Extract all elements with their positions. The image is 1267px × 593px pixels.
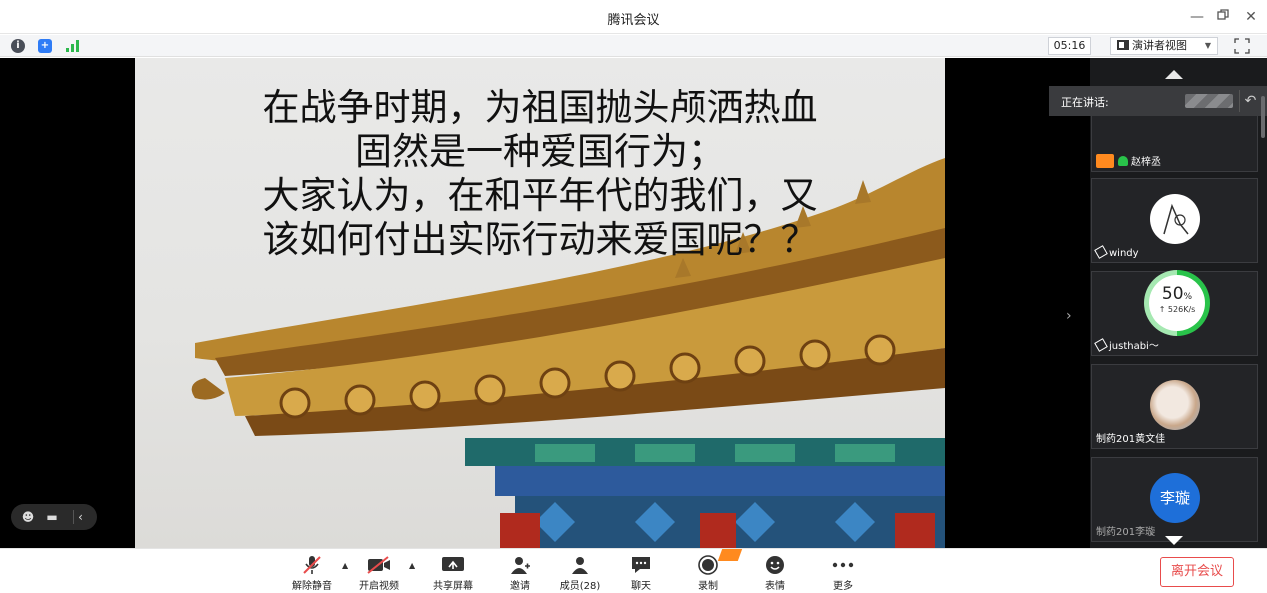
participant-tile[interactable]: 50% ↑ 526K/s justhabi～	[1091, 270, 1258, 356]
participant-name: 制药201李璇	[1096, 527, 1156, 538]
participant-name: windy	[1094, 245, 1139, 259]
participant-tile[interactable]: 李璇 制药201李璇	[1091, 457, 1258, 542]
tencent-meeting-window: 腾讯会议 — ✕ i + 05:16 演讲者视图 ▼ 在战争时期，为祖国抛头颅洒…	[0, 0, 1267, 593]
network-unit: %	[1183, 292, 1193, 302]
panel-scrollbar[interactable]	[1261, 96, 1265, 138]
user-icon	[572, 557, 588, 574]
network-percent: 50	[1161, 284, 1184, 304]
emoji-button[interactable]: 表情	[747, 553, 803, 592]
avatar	[1150, 380, 1200, 430]
slide-text: 在战争时期，为祖国抛头颅洒热血 固然是一种爱国行为； 大家认为，在和平年代的我们…	[135, 86, 945, 262]
chevron-up-icon[interactable]: ▲	[409, 561, 415, 570]
floating-tools: ☻ ▬ ‹	[11, 504, 97, 530]
share-screen-icon	[442, 557, 464, 571]
chevron-right-icon[interactable]: ›	[1066, 308, 1072, 324]
fullscreen-icon[interactable]	[1234, 38, 1252, 54]
info-icon[interactable]: i	[11, 39, 25, 53]
chevron-down-icon: ▼	[1204, 41, 1211, 50]
network-status: 50% ↑ 526K/s	[1144, 270, 1210, 336]
slide-line: 该如何付出实际行动来爱国呢？？	[262, 218, 818, 261]
user-icon	[1096, 154, 1114, 168]
avatar: 李璇	[1150, 473, 1200, 523]
participant-name: justhabi～	[1094, 337, 1159, 352]
reply-arrow-icon[interactable]: ↶	[1239, 90, 1261, 112]
members-button[interactable]: 成员(28)	[552, 553, 608, 592]
avatar	[1150, 194, 1200, 244]
signal-icon[interactable]	[66, 40, 82, 52]
presentation-slide: 在战争时期，为祖国抛头颅洒热血 固然是一种爱国行为； 大家认为，在和平年代的我们…	[135, 58, 945, 548]
speaking-label: 正在讲话:	[1061, 96, 1109, 109]
more-button[interactable]: 更多	[815, 553, 871, 592]
network-speed: ↑ 526K/s	[1158, 305, 1196, 314]
chevron-up-icon[interactable]: ▲	[342, 561, 348, 570]
emoji-icon	[766, 556, 784, 574]
slide-line: 固然是一种爱国行为；	[355, 130, 725, 173]
slide-line: 在战争时期，为祖国抛头颅洒热血	[262, 86, 818, 129]
leave-meeting-button[interactable]: 离开会议	[1160, 557, 1234, 587]
close-icon[interactable]: ✕	[1240, 6, 1262, 28]
shared-screen-stage: 在战争时期，为祖国抛头颅洒热血 固然是一种爱国行为； 大家认为，在和平年代的我们…	[0, 58, 1090, 548]
chat-icon	[632, 557, 650, 573]
mic-icon	[1118, 156, 1128, 166]
speaking-indicator: 正在讲话: ↶	[1049, 86, 1267, 116]
start-video-button[interactable]: 开启视频	[351, 553, 407, 592]
status-bar: i + 05:16 演讲者视图 ▼	[0, 35, 1267, 57]
record-icon	[698, 555, 718, 575]
mic-muted-icon	[1094, 245, 1108, 259]
unmute-button[interactable]: 解除静音	[284, 553, 340, 592]
more-icon	[832, 562, 854, 568]
chevron-left-icon[interactable]: ‹	[73, 510, 87, 524]
participant-name: 制药201黄文佳	[1096, 434, 1166, 445]
slide-line: 大家认为，在和平年代的我们，又	[262, 174, 818, 217]
emoji-icon[interactable]: ☻	[21, 510, 35, 524]
meeting-timer: 05:16	[1048, 37, 1091, 55]
mic-muted-icon	[303, 556, 321, 574]
video-off-icon	[367, 556, 390, 574]
chat-button[interactable]: 聊天	[613, 553, 669, 592]
window-title: 腾讯会议	[607, 13, 660, 28]
speaker-placeholder	[1185, 94, 1233, 108]
chat-bubble-icon[interactable]: ▬	[45, 510, 59, 524]
meeting-toolbar: 解除静音 ▲ 开启视频 ▲ 共享屏幕 邀请 成员(28) 聊天 录制 表情 更多…	[0, 548, 1267, 593]
restore-icon[interactable]	[1212, 6, 1234, 28]
new-badge	[717, 549, 743, 561]
title-bar: 腾讯会议 — ✕	[0, 0, 1267, 34]
shield-icon[interactable]: +	[38, 39, 52, 53]
minimize-icon[interactable]: —	[1186, 6, 1208, 28]
participant-tile[interactable]: windy	[1091, 178, 1258, 263]
scroll-up-icon[interactable]	[1165, 70, 1183, 79]
share-screen-button[interactable]: 共享屏幕	[425, 553, 481, 592]
mic-muted-icon	[1094, 338, 1108, 352]
view-mode-label: 演讲者视图	[1132, 39, 1187, 52]
view-mode-dropdown[interactable]: 演讲者视图 ▼	[1110, 37, 1218, 55]
layout-icon	[1117, 40, 1129, 50]
participants-panel: 赵梓丞 windy 50% ↑ 526K/s justhabi～ 制药201黄文…	[1090, 58, 1267, 548]
invite-button[interactable]: 邀请	[492, 553, 548, 592]
participant-tile[interactable]: 制药201黄文佳	[1091, 364, 1258, 449]
add-user-icon	[511, 557, 530, 574]
participant-name: 赵梓丞	[1096, 153, 1161, 168]
scroll-down-icon[interactable]	[1165, 536, 1183, 545]
